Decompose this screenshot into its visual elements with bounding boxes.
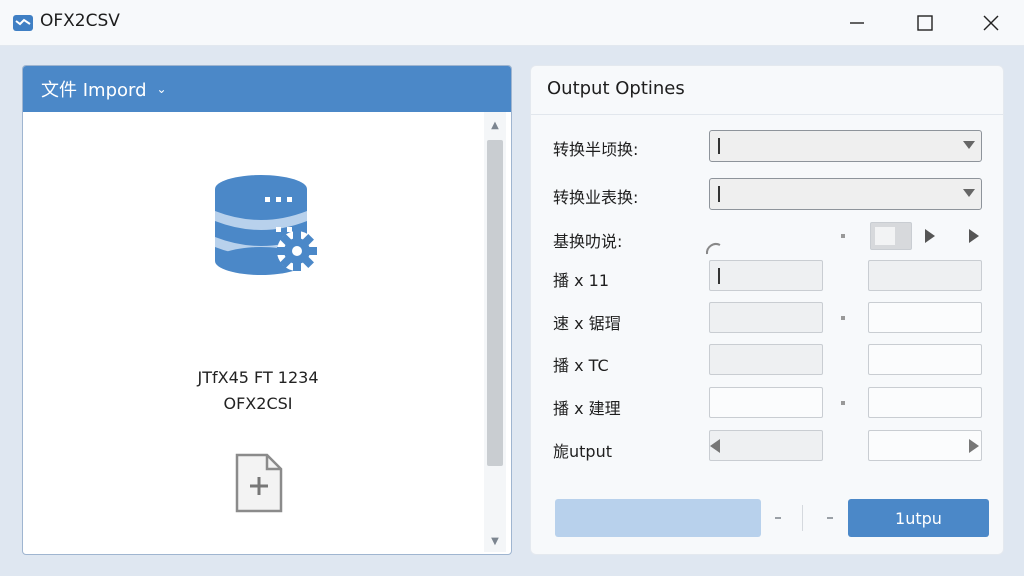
toggle-knob	[875, 227, 895, 245]
text-cursor	[718, 186, 720, 202]
dot-marker	[841, 234, 845, 238]
toggle-switch[interactable]	[870, 222, 912, 250]
option-field-a[interactable]	[709, 302, 823, 333]
option-select-1[interactable]	[709, 130, 982, 162]
close-icon	[983, 15, 999, 31]
option-field-b[interactable]	[868, 260, 982, 291]
divider	[531, 114, 1003, 115]
option-field-a[interactable]	[709, 260, 823, 291]
close-button[interactable]	[976, 8, 1006, 38]
chevron-down-icon: ⌄	[156, 82, 167, 96]
option-field-a[interactable]	[709, 387, 823, 418]
output-options-panel: Output Optines 转换半顷换: 转换业表换: 基换叻说: 播 x 1…	[530, 65, 1004, 555]
file-name-text: JTfX45 FT 1234	[197, 368, 319, 387]
minimize-button[interactable]	[842, 8, 872, 38]
option-label: 播 x TC	[553, 356, 609, 375]
option-label: 播 x 11	[553, 271, 610, 290]
option-label: 播 x 建理	[553, 399, 621, 418]
text-cursor	[718, 268, 720, 284]
text-cursor	[718, 138, 720, 154]
scroll-thumb[interactable]	[487, 140, 503, 466]
app-logo-icon	[13, 15, 33, 31]
secondary-button[interactable]	[555, 499, 761, 537]
dot-marker	[841, 401, 845, 405]
import-dropdown[interactable]: 文件 Impord ⌄	[23, 66, 511, 112]
title-bar: OFX2CSV	[0, 0, 1024, 46]
maximize-icon	[917, 15, 933, 31]
add-file-icon[interactable]	[233, 451, 285, 515]
output-button[interactable]: 1utpu	[848, 499, 989, 537]
file-subtitle-text: OFX2CSI	[223, 394, 293, 413]
option-field-b[interactable]	[868, 302, 982, 333]
database-gear-icon	[215, 175, 317, 275]
dot-marker	[841, 316, 845, 320]
option-field-a[interactable]	[709, 344, 823, 375]
dash-marker	[827, 517, 833, 519]
scroll-up-icon[interactable]: ▲	[484, 114, 506, 136]
output-range-end[interactable]	[868, 430, 982, 461]
play-arrow-icon[interactable]	[925, 229, 935, 243]
option-label: 基换叻说:	[553, 232, 623, 251]
scroll-down-icon[interactable]: ▼	[484, 530, 506, 552]
option-label: 转换业表换:	[553, 188, 639, 207]
dash-marker	[775, 517, 781, 519]
minimize-icon	[850, 22, 864, 24]
arrow-left-icon[interactable]	[710, 439, 720, 453]
app-title: OFX2CSV	[40, 11, 120, 31]
output-options-title: Output Optines	[547, 78, 685, 99]
maximize-button[interactable]	[910, 8, 940, 38]
button-separator	[802, 505, 803, 531]
chevron-down-icon	[963, 141, 975, 149]
vertical-scrollbar[interactable]: ▲ ▼	[484, 112, 506, 552]
import-panel: 文件 Impord ⌄ JTfX45 FT 1234 OFX2CSI ▲ ▼	[22, 65, 512, 555]
option-label: 速 x 锯瑁	[553, 314, 621, 333]
output-range-start[interactable]	[709, 430, 823, 461]
import-dropdown-label: 文件 Impord	[41, 80, 147, 101]
option-field-b[interactable]	[868, 344, 982, 375]
option-label: 转换半顷换:	[553, 140, 639, 159]
option-select-2[interactable]	[709, 178, 982, 210]
next-arrow-icon[interactable]	[969, 229, 979, 243]
option-label: 旎utput	[553, 442, 612, 461]
option-field-b[interactable]	[868, 387, 982, 418]
chevron-down-icon	[963, 189, 975, 197]
arrow-right-icon[interactable]	[969, 439, 979, 453]
